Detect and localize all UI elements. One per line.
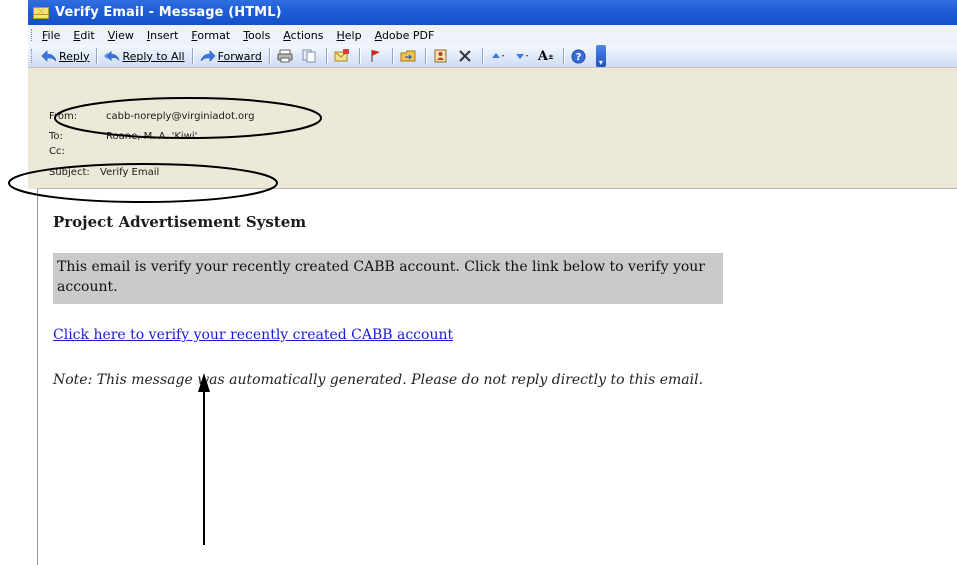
toolbar-separator bbox=[481, 48, 483, 64]
footer-note: Note: This message was automatically gen… bbox=[53, 372, 704, 388]
address-book-button[interactable] bbox=[430, 46, 454, 66]
print-button[interactable] bbox=[274, 46, 298, 66]
move-to-folder-icon bbox=[400, 48, 416, 64]
followup-flag-icon bbox=[367, 48, 383, 64]
notice-text: This email is verify your recently creat… bbox=[57, 259, 705, 295]
move-to-folder-button[interactable] bbox=[397, 46, 421, 66]
to-row: To: Roane, M. A. 'Kiwi' bbox=[49, 131, 197, 142]
toolbar-separator bbox=[96, 48, 98, 64]
reply-all-button[interactable]: Reply to All bbox=[101, 46, 187, 66]
font-size-glyph: A bbox=[537, 48, 548, 64]
toolbar-separator bbox=[268, 48, 270, 64]
subject-label: Subject: bbox=[49, 167, 90, 178]
toolbar-separator bbox=[562, 48, 564, 64]
menu-grip[interactable] bbox=[31, 29, 34, 41]
copy-button[interactable] bbox=[298, 46, 322, 66]
menu-edit[interactable]: Edit bbox=[73, 29, 94, 42]
forward-label: Forward bbox=[217, 49, 262, 63]
help-button[interactable]: ? bbox=[568, 46, 592, 66]
flag-envelope-button[interactable] bbox=[331, 46, 355, 66]
menu-format[interactable]: Format bbox=[191, 29, 230, 42]
reply-label: Reply bbox=[59, 49, 90, 63]
message-header: From: cabb-noreply@virginiadot.org To: R… bbox=[28, 67, 957, 189]
verify-account-link[interactable]: Click here to verify your recently creat… bbox=[53, 327, 453, 343]
forward-icon bbox=[200, 48, 216, 64]
font-size-button[interactable]: A ± bbox=[535, 46, 559, 66]
subject-value: Verify Email bbox=[100, 167, 160, 178]
cc-label: Cc: bbox=[49, 146, 65, 157]
forward-button[interactable]: Forward bbox=[197, 46, 265, 66]
envelope-icon bbox=[33, 6, 49, 19]
next-item-icon bbox=[514, 48, 530, 64]
font-size-icon: A ± bbox=[537, 48, 554, 64]
menu-bar: File Edit View Insert Format Tools Actio… bbox=[28, 25, 957, 45]
reply-button[interactable]: Reply bbox=[38, 46, 92, 66]
system-title: Project Advertisement System bbox=[53, 213, 307, 231]
menu-file[interactable]: File bbox=[42, 29, 60, 42]
menu-actions[interactable]: Actions bbox=[283, 29, 323, 42]
menu-help[interactable]: Help bbox=[337, 29, 362, 42]
message-body: Project Advertisement System This email … bbox=[37, 188, 957, 565]
menu-view[interactable]: View bbox=[108, 29, 134, 42]
toolbar-separator bbox=[424, 48, 426, 64]
notice-box: This email is verify your recently creat… bbox=[53, 253, 723, 304]
standard-toolbar: Reply Reply to All Forward A ± ? ▾ bbox=[28, 45, 957, 67]
reply-icon bbox=[41, 48, 57, 64]
svg-text:?: ? bbox=[576, 52, 582, 63]
next-item-button[interactable] bbox=[511, 46, 535, 66]
copy-icon bbox=[301, 48, 317, 64]
toolbar-grip[interactable] bbox=[31, 49, 34, 63]
subject-row: Subject: Verify Email bbox=[49, 167, 159, 178]
from-label: From: bbox=[49, 111, 78, 122]
toolbar-separator bbox=[325, 48, 327, 64]
address-book-icon bbox=[433, 48, 449, 64]
to-value[interactable]: Roane, M. A. 'Kiwi' bbox=[106, 131, 197, 142]
menu-adobe-pdf[interactable]: Adobe PDF bbox=[375, 29, 435, 42]
help-icon: ? bbox=[571, 48, 587, 64]
menu-tools[interactable]: Tools bbox=[243, 29, 270, 42]
print-icon bbox=[277, 48, 293, 64]
reply-all-label: Reply to All bbox=[122, 49, 185, 63]
toolbar-separator bbox=[391, 48, 393, 64]
delete-button[interactable] bbox=[454, 46, 478, 66]
followup-flag-button[interactable] bbox=[364, 46, 388, 66]
cc-row: Cc: bbox=[49, 146, 106, 157]
toolbar-separator bbox=[358, 48, 360, 64]
toolbar-options-chevron-icon[interactable]: ▾ bbox=[595, 45, 606, 67]
previous-item-icon bbox=[490, 48, 506, 64]
previous-item-button[interactable] bbox=[487, 46, 511, 66]
from-value[interactable]: cabb-noreply@virginiadot.org bbox=[106, 111, 254, 122]
window-title: Verify Email - Message (HTML) bbox=[55, 5, 282, 20]
reply-all-icon bbox=[104, 48, 120, 64]
flag-envelope-icon bbox=[334, 48, 350, 64]
from-row: From: cabb-noreply@virginiadot.org bbox=[49, 111, 254, 122]
toolbar-separator bbox=[191, 48, 193, 64]
menu-insert[interactable]: Insert bbox=[147, 29, 179, 42]
delete-icon bbox=[457, 48, 473, 64]
window-titlebar[interactable]: Verify Email - Message (HTML) bbox=[28, 0, 957, 25]
to-label: To: bbox=[49, 131, 63, 142]
